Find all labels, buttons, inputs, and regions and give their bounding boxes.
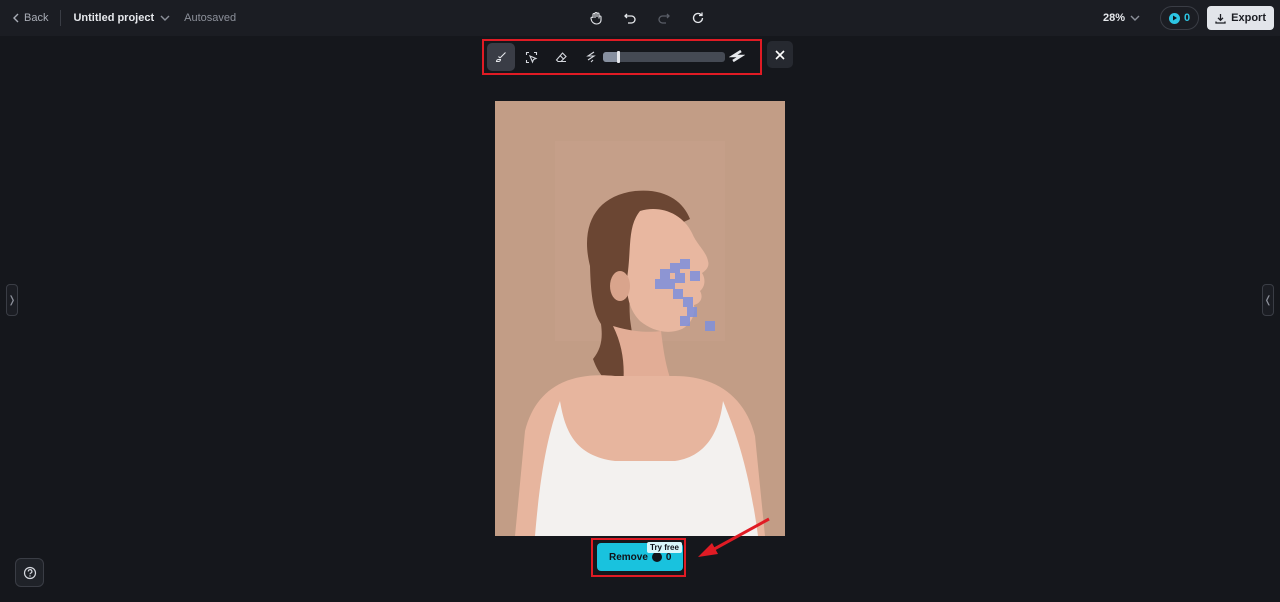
help-button[interactable] [15,558,44,587]
zoom-level: 28% [1103,12,1126,24]
chevron-down-icon [1130,15,1140,21]
smart-select-tool-button[interactable] [517,43,545,71]
export-label: Export [1231,12,1266,24]
back-button[interactable]: Back [12,12,48,24]
redo-button[interactable] [654,8,674,28]
brush-icon [495,52,506,63]
remove-button-highlight: Remove 0 Try free [591,538,686,577]
brush-size-large-icon [729,50,745,63]
top-bar: Back Untitled project Autosaved 28% 0 Ex… [0,0,1280,36]
left-panel-toggle[interactable]: ❭ [6,284,18,316]
reset-button[interactable] [688,8,708,28]
credits-badge[interactable]: 0 [1160,6,1200,30]
smart-select-icon [525,51,537,63]
undo-icon [624,13,636,24]
annotation-arrow [698,517,770,557]
divider [60,10,62,26]
chevron-down-icon [160,15,170,21]
chevron-left-icon [13,13,19,23]
close-icon [775,49,785,60]
canvas-image[interactable] [495,101,785,536]
hand-tool-button[interactable] [586,8,606,28]
project-name-dropdown[interactable]: Untitled project [73,12,170,24]
download-icon [1215,13,1226,24]
remove-cost: 0 [665,551,672,563]
credit-icon [1169,12,1181,24]
eraser-icon [555,51,567,62]
brush-toolbar [487,42,745,72]
back-label: Back [24,12,49,24]
help-icon [23,566,36,579]
close-toolbar-button[interactable] [767,41,793,68]
hand-icon [590,11,602,25]
undo-button[interactable] [620,8,640,28]
brush-tool-button[interactable] [487,43,515,71]
brush-size-slider[interactable] [603,51,725,63]
brush-size-control [585,50,745,64]
try-free-badge: Try free [647,542,682,553]
slider-thumb[interactable] [616,51,620,63]
credits-count: 0 [1184,12,1191,24]
portrait-photo [495,101,785,536]
redo-icon [658,13,670,24]
brush-size-small-icon [586,51,596,63]
export-button[interactable]: Export [1207,6,1274,30]
project-name: Untitled project [73,12,155,24]
remove-button[interactable]: Remove 0 Try free [597,542,683,571]
right-panel-toggle[interactable]: ❬ [1262,284,1274,316]
credit-icon [651,552,662,562]
reset-icon [692,12,704,24]
slider-fill [603,52,618,62]
zoom-dropdown[interactable]: 28% [1103,12,1140,24]
autosave-status: Autosaved [184,12,237,24]
remove-label: Remove [609,551,648,563]
eraser-tool-button[interactable] [547,43,575,71]
brush-toolbar-highlight [482,39,762,75]
